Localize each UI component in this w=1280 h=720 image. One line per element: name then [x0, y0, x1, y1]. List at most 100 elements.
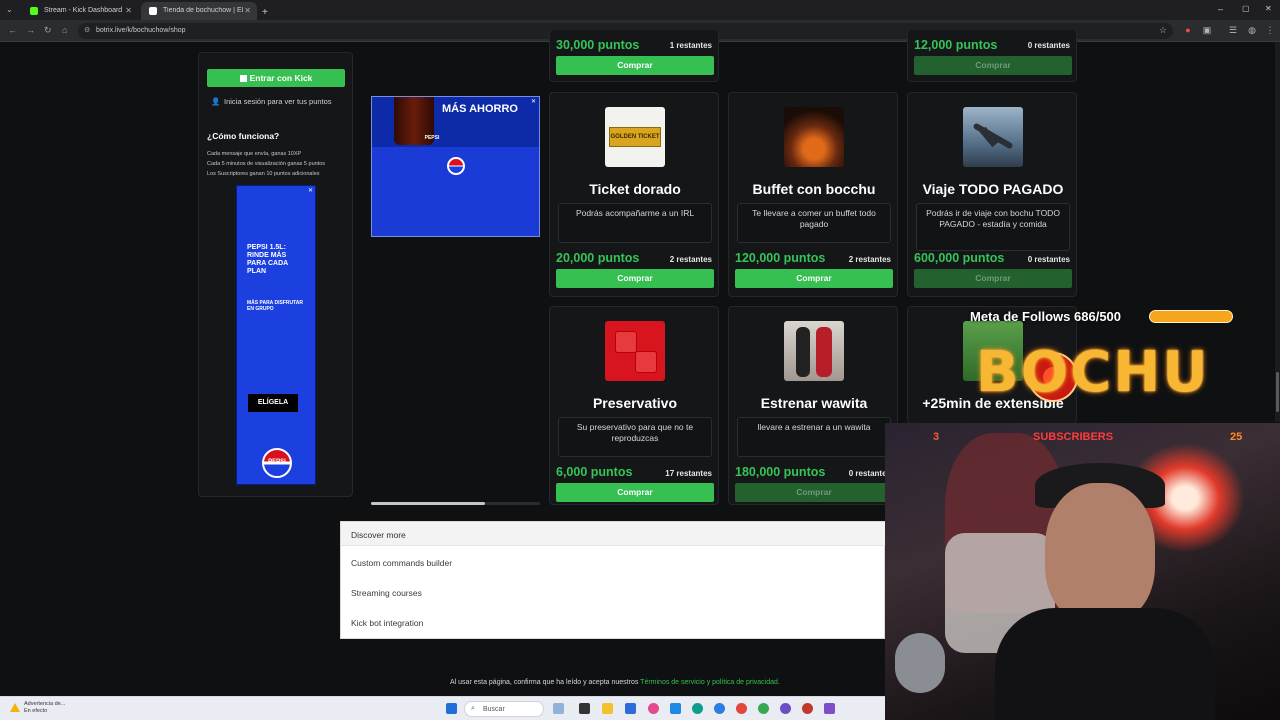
back-icon[interactable]: ←: [8, 25, 17, 35]
pepsi-logo-text: PEPSI: [424, 135, 440, 141]
discover-link[interactable]: Kick bot integration: [351, 618, 423, 628]
product-name: Buffet con bocchu: [752, 181, 876, 197]
weather-widget[interactable]: Advertencia de... En efecto: [24, 701, 65, 715]
app-icon[interactable]: [824, 703, 835, 714]
discover-more-panel: Discover more Custom commands builder St…: [340, 521, 886, 639]
product-card-partial: 30,000 puntos 1 restantes Comprar: [549, 30, 719, 82]
close-window-icon[interactable]: ✕: [1265, 4, 1272, 13]
ad-carousel-scrollbar[interactable]: [371, 502, 540, 505]
weather-warning-icon[interactable]: [10, 703, 20, 712]
file-explorer-icon[interactable]: [602, 703, 613, 714]
product-price: 30,000 puntos: [556, 38, 640, 52]
product-name: Preservativo: [592, 395, 678, 411]
edge-icon[interactable]: [692, 703, 703, 714]
store-icon[interactable]: [625, 703, 636, 714]
ad-close-icon[interactable]: ✕: [308, 187, 313, 194]
follow-goal-progress-bar: [1149, 310, 1233, 323]
mail-icon[interactable]: [670, 703, 681, 714]
new-tab-button[interactable]: +: [259, 2, 273, 20]
profile-icon[interactable]: ◍: [1247, 25, 1257, 35]
task-view-icon[interactable]: [579, 703, 590, 714]
pepsi-banner-ad[interactable]: MÁS AHORRO ✕ PEPSI: [371, 96, 540, 237]
pepsi-logo-icon: PEPSI: [262, 448, 292, 478]
extensions-icon[interactable]: ▣: [1202, 25, 1212, 35]
chrome-profile-icon[interactable]: [758, 703, 769, 714]
app-icon[interactable]: [780, 703, 791, 714]
widgets-icon[interactable]: [553, 703, 564, 714]
taskbar-search[interactable]: ⌕ Buscar: [464, 701, 544, 717]
product-card-ticket-dorado: GOLDEN TICKET Ticket dorado Podrás acomp…: [549, 92, 719, 297]
maximize-icon[interactable]: ▢: [1242, 4, 1250, 13]
close-tab-icon[interactable]: ✕: [125, 6, 132, 15]
extension-icon[interactable]: ●: [1183, 25, 1193, 35]
steak-image: [784, 107, 844, 167]
reload-icon[interactable]: ↻: [44, 25, 52, 36]
product-name: Estrenar wawita: [760, 395, 868, 411]
terms-link[interactable]: Términos de servicio y política de priva…: [640, 679, 780, 686]
buy-button[interactable]: Comprar: [914, 269, 1072, 288]
chrome-icon[interactable]: [736, 703, 747, 714]
buy-button[interactable]: Comprar: [735, 483, 893, 502]
discover-link[interactable]: Streaming courses: [351, 588, 422, 598]
obs-icon[interactable]: [802, 703, 813, 714]
pepsi-logo-icon: [447, 157, 465, 175]
terms-notice: Al usar esta página, confirma que ha leí…: [450, 679, 780, 686]
product-card-estrenar-wawita: Estrenar wawita llevare a estrenar a un …: [728, 306, 898, 505]
buy-button[interactable]: Comprar: [914, 56, 1072, 75]
tab-menu-icon[interactable]: ⌄: [0, 2, 22, 20]
discover-link[interactable]: Custom commands builder: [351, 558, 452, 568]
product-description: Podrás acompañarme a un IRL: [558, 203, 712, 243]
product-stock: 0 restantes: [1027, 41, 1070, 50]
bookmark-star-icon[interactable]: ☆: [1158, 25, 1168, 35]
sidebar-icon[interactable]: ☰: [1228, 25, 1238, 35]
product-name: Ticket dorado: [589, 181, 681, 197]
site-info-icon[interactable]: ⚙: [84, 26, 90, 34]
botrix-favicon-icon: [149, 7, 157, 15]
start-icon[interactable]: [446, 703, 457, 714]
product-stock: 17 restantes: [665, 469, 712, 478]
how-line: Los Suscriptores ganan 10 puntos adicion…: [207, 171, 320, 177]
subs-total: 25: [1230, 431, 1243, 443]
buy-button[interactable]: Comprar: [556, 56, 714, 75]
forward-icon[interactable]: →: [26, 25, 35, 35]
tab-kick-dashboard[interactable]: Stream - Kick Dashboard ✕: [22, 2, 138, 20]
tab-shop[interactable]: Tienda de bochuchow | El mejor ✕: [141, 2, 257, 20]
ad-close-icon[interactable]: ✕: [531, 98, 536, 105]
search-placeholder: Buscar: [483, 706, 505, 713]
kick-logo-icon: [239, 75, 247, 82]
ad-headline: PEPSI 1.5L: RINDE MÁS PARA CADA PLAN: [247, 244, 288, 275]
subs-label: SUBSCRIBERS: [1033, 431, 1114, 443]
product-description: Te llevare a comer un buffet todo pagado: [737, 203, 891, 243]
buy-button[interactable]: Comprar: [556, 269, 714, 288]
photo-image: [784, 321, 844, 381]
how-it-works-title: ¿Cómo funciona?: [207, 131, 280, 141]
scrollbar-thumb[interactable]: [1276, 372, 1279, 412]
sidebar-card: Entrar con Kick 👤 Inicia sesión para ver …: [198, 52, 353, 497]
discover-title: Discover more: [341, 522, 886, 546]
buy-button[interactable]: Comprar: [556, 483, 714, 502]
copilot-icon[interactable]: [648, 703, 659, 714]
tab-label: Stream - Kick Dashboard: [44, 7, 123, 14]
bochu-logo: BOCHU: [976, 340, 1210, 405]
product-description: llevare a estrenar a un wawita: [737, 417, 891, 457]
login-with-kick-button[interactable]: Entrar con Kick: [207, 69, 345, 87]
scrollbar-thumb[interactable]: [371, 502, 485, 505]
product-card-partial: 12,000 puntos 0 restantes Comprar: [907, 30, 1077, 82]
product-stock: 1 restantes: [669, 41, 712, 50]
browser-icon[interactable]: [714, 703, 725, 714]
terms-text: Al usar esta página, confirma que ha leí…: [450, 679, 639, 686]
search-icon: ⌕: [471, 705, 475, 712]
pepsi-vertical-ad[interactable]: ✕ PEPSI 1.5L: RINDE MÁS PARA CADA PLAN M…: [236, 185, 316, 485]
home-icon[interactable]: ⌂: [62, 25, 67, 35]
browser-menu-icon[interactable]: ⋮: [1265, 25, 1275, 35]
webcam-overlay: 3 SUBSCRIBERS 25: [885, 423, 1280, 720]
how-line: Cada mensaje que envía, ganas 10XP: [207, 151, 302, 157]
product-description: Su preservativo para que no te reproduzc…: [558, 417, 712, 457]
minimize-icon[interactable]: –: [1218, 4, 1223, 14]
product-price: 12,000 puntos: [914, 38, 998, 52]
buy-button[interactable]: Comprar: [735, 269, 893, 288]
page-scrollbar[interactable]: [1275, 42, 1280, 422]
close-tab-icon[interactable]: ✕: [244, 6, 251, 15]
ad-cta-button[interactable]: ELÍGELA: [248, 394, 298, 412]
condom-image: [605, 321, 665, 381]
